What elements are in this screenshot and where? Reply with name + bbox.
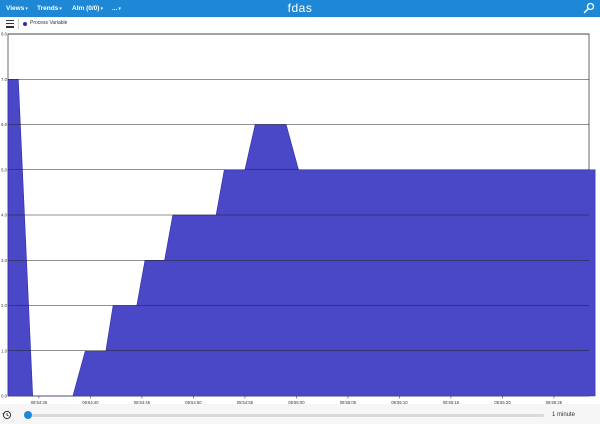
more-menu-label: ...	[112, 5, 118, 12]
legend-row: Process Variable	[0, 17, 600, 31]
alarm-menu-label: Alm (0/0)	[72, 5, 100, 12]
time-range-label: 1 minute	[552, 412, 576, 418]
chevron-down-icon: ▾	[118, 6, 121, 12]
hamburger-menu-icon[interactable]	[6, 20, 14, 28]
divider	[18, 19, 19, 29]
trend-chart[interactable]: 0.01.02.03.04.05.06.07.08.008:54:35 08:54…	[0, 31, 600, 406]
y-tick-label: 2.0	[1, 303, 7, 308]
chevron-down-icon: ▾	[100, 6, 103, 12]
app-title: fdas	[287, 1, 313, 15]
wrench-icon[interactable]	[583, 2, 595, 14]
views-menu-label: Views	[6, 5, 25, 12]
time-slider-track[interactable]	[24, 414, 544, 417]
trends-menu[interactable]: Trends▾	[37, 0, 62, 17]
views-menu[interactable]: Views▾	[6, 0, 28, 17]
y-tick-label: 7.0	[1, 77, 7, 82]
chevron-down-icon: ▾	[25, 6, 28, 12]
y-tick-label: 4.0	[1, 213, 7, 218]
trends-menu-label: Trends	[37, 5, 59, 12]
y-tick-label: 8.0	[1, 32, 7, 37]
y-tick-label: 0.0	[1, 394, 7, 399]
time-slider-thumb[interactable]	[24, 411, 32, 419]
legend-label[interactable]: Process Variable	[30, 19, 67, 28]
time-range-bar: 1 minute	[0, 404, 600, 424]
legend-swatch	[23, 22, 27, 26]
chevron-down-icon: ▾	[59, 6, 62, 12]
y-tick-label: 3.0	[1, 258, 7, 263]
top-bar: Views▾ Trends▾ Alm (0/0)▾ ...▾ fdas	[0, 0, 600, 17]
y-tick-label: 1.0	[1, 348, 7, 353]
y-tick-label: 5.0	[1, 167, 7, 172]
alarm-menu[interactable]: Alm (0/0)▾	[72, 0, 103, 17]
more-menu[interactable]: ...▾	[112, 0, 121, 17]
reset-time-icon[interactable]	[2, 410, 12, 420]
y-tick-label: 6.0	[1, 122, 7, 127]
